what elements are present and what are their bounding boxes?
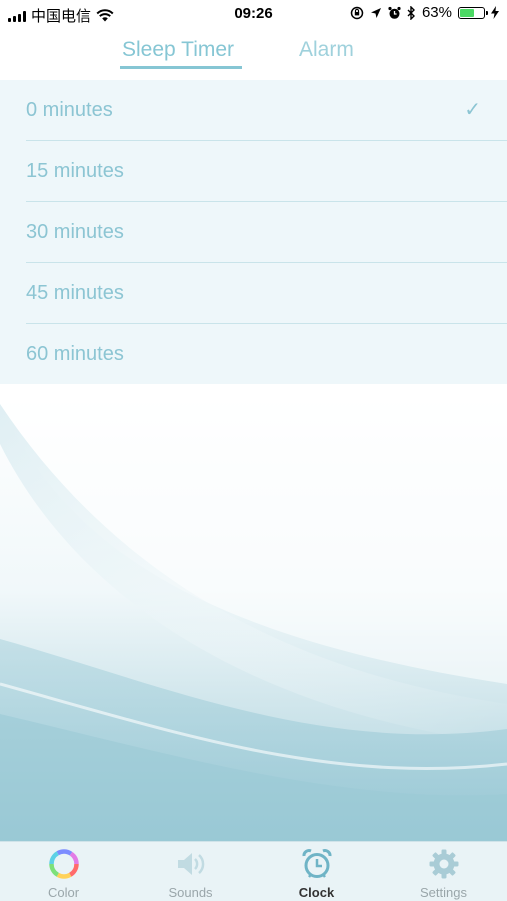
tab-sleep-timer[interactable]: Sleep Timer <box>122 38 234 62</box>
option-label: 0 minutes <box>26 99 113 121</box>
option-30-minutes[interactable]: 30 minutes <box>26 202 507 263</box>
decorative-wave-background <box>0 384 507 841</box>
bluetooth-icon <box>407 5 415 20</box>
option-label: 45 minutes <box>26 282 124 304</box>
color-wheel-icon <box>49 849 79 879</box>
active-tab-indicator <box>120 66 242 69</box>
tabbar-item-settings[interactable]: Settings <box>380 842 507 901</box>
battery-icon <box>458 6 488 19</box>
tabbar-item-clock[interactable]: Clock <box>253 842 380 901</box>
tabbar-item-sounds[interactable]: Sounds <box>127 842 254 901</box>
tabbar-label-clock: Clock <box>298 885 335 900</box>
tabbar-label-color: Color <box>47 885 80 900</box>
option-15-minutes[interactable]: 15 minutes <box>26 141 507 202</box>
option-label: 30 minutes <box>26 221 124 243</box>
timer-tabs: Sleep Timer Alarm <box>0 28 507 80</box>
tabbar-item-color[interactable]: Color <box>0 842 127 901</box>
tabbar-label-sounds: Sounds <box>168 885 213 900</box>
option-label: 15 minutes <box>26 160 124 182</box>
status-right: 63% <box>350 4 499 21</box>
bottom-tab-bar: Color Sounds Clock Settings <box>0 841 507 901</box>
option-label: 60 minutes <box>26 343 124 365</box>
option-45-minutes[interactable]: 45 minutes <box>26 263 507 324</box>
status-bar: 中国电信 09:26 63% <box>0 0 507 28</box>
battery-fill <box>460 8 474 17</box>
alarm-icon <box>388 6 401 19</box>
sleep-timer-options: 0 minutes ✓ 15 minutes 30 minutes 45 min… <box>0 80 507 384</box>
option-0-minutes[interactable]: 0 minutes ✓ <box>26 80 507 141</box>
gear-icon <box>429 849 459 879</box>
battery-percent: 63% <box>421 4 452 21</box>
tab-alarm[interactable]: Alarm <box>299 38 354 62</box>
charging-bolt-icon <box>491 6 499 19</box>
orientation-lock-icon <box>350 6 364 19</box>
option-60-minutes[interactable]: 60 minutes <box>26 324 507 385</box>
checkmark-icon: ✓ <box>464 99 481 121</box>
tabbar-label-settings: Settings <box>420 885 467 900</box>
location-icon <box>370 7 381 18</box>
alarm-clock-icon <box>302 849 332 878</box>
speaker-icon <box>178 853 205 875</box>
